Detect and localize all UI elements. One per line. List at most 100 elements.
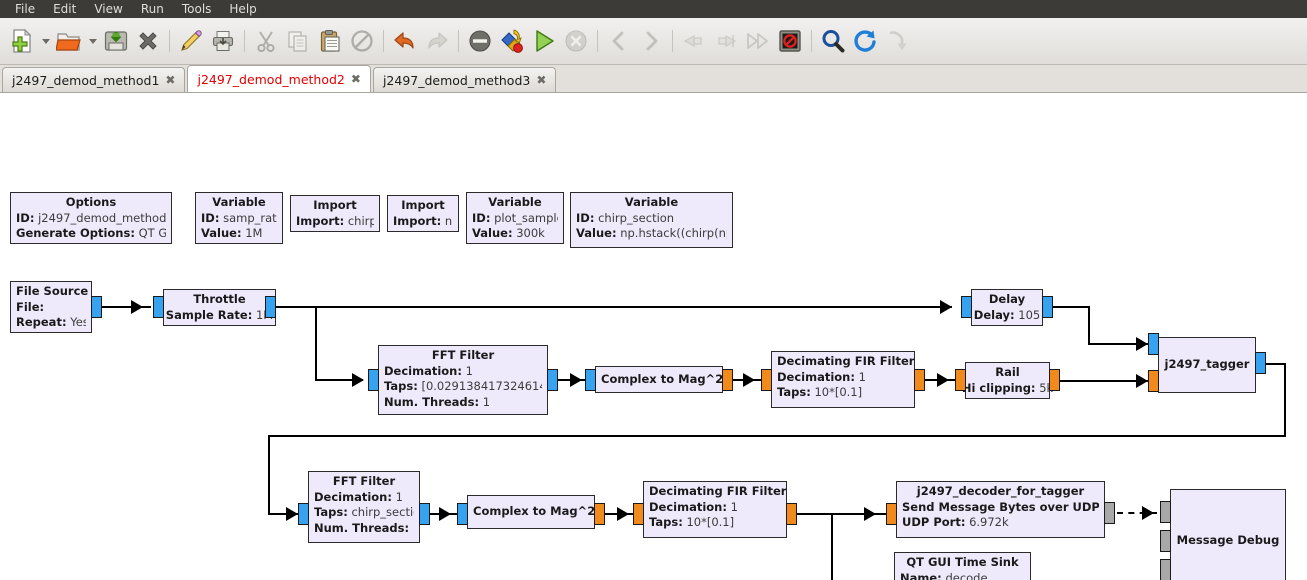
- tab-close-icon[interactable]: ✖: [536, 74, 546, 86]
- block-delay[interactable]: Delay Delay: 105: [971, 289, 1043, 326]
- open-file-dropdown-icon[interactable]: [85, 25, 100, 57]
- port-in-decimating-fir-bottom[interactable]: [633, 503, 644, 525]
- port-in-print-message-debug[interactable]: [1160, 501, 1171, 523]
- row-key: Send Message Bytes over UDP:: [902, 499, 1099, 514]
- menu-bar: File Edit View Run Tools Help: [0, 0, 1307, 18]
- row-value: 6.972k: [969, 515, 1009, 529]
- print-icon[interactable]: [207, 25, 239, 57]
- new-file-icon[interactable]: [6, 25, 38, 57]
- row-value: chirp_section: [351, 505, 414, 519]
- menu-item-help[interactable]: Help: [220, 1, 265, 17]
- block-j2497-tagger[interactable]: j2497_tagger: [1158, 337, 1256, 393]
- find-icon[interactable]: [817, 25, 849, 57]
- menu-item-edit[interactable]: Edit: [44, 1, 85, 17]
- edit-properties-icon[interactable]: [175, 25, 207, 57]
- block-variable-samp-rate[interactable]: Variable ID: samp_rate Value: 1M: [195, 192, 283, 244]
- block-fft-filter-bottom[interactable]: FFT Filter Decimation: 1 Taps: chirp_sec…: [308, 471, 420, 543]
- block-variable-plot-samples[interactable]: Variable ID: plot_samples Value: 300k: [466, 192, 564, 244]
- port-out-rail[interactable]: [1049, 369, 1060, 391]
- close-icon[interactable]: [132, 25, 164, 57]
- tab-close-icon[interactable]: ✖: [165, 74, 175, 86]
- block-row: UDP Port: 6.972k: [902, 515, 1099, 531]
- undo-icon[interactable]: [389, 25, 421, 57]
- port-out-fft-filter-top[interactable]: [547, 369, 558, 391]
- port-out-throttle[interactable]: [265, 296, 276, 318]
- block-rail[interactable]: Rail Hi clipping: 5k: [962, 362, 1053, 399]
- block-file-source[interactable]: File Source File: Repeat: Yes: [10, 281, 92, 333]
- block-title: QT GUI Time Sink: [906, 555, 1019, 569]
- port-out-decimating-fir-bottom[interactable]: [786, 503, 797, 525]
- port-in1-j2497-tagger[interactable]: [1148, 370, 1159, 392]
- port-out-file-source[interactable]: [91, 296, 102, 318]
- port-out-complex-to-mag-bottom[interactable]: [594, 503, 605, 525]
- block-row: Send Message Bytes over UDP: True: [902, 500, 1099, 516]
- wire-arrow: [131, 300, 143, 314]
- port-in0-j2497-tagger[interactable]: [1148, 333, 1159, 355]
- block-title: Throttle: [193, 292, 246, 306]
- port-in-delay[interactable]: [961, 296, 972, 318]
- flowgraph-canvas[interactable]: Options ID: j2497_demod_method2 Generate…: [0, 93, 1307, 580]
- open-file-icon[interactable]: [53, 25, 85, 57]
- menu-item-run[interactable]: Run: [132, 1, 173, 17]
- wire-arrow: [940, 300, 952, 314]
- row-key: ID:: [16, 210, 35, 225]
- block-row: Taps: [0.0291384173246148,...: [384, 379, 542, 395]
- port-in-fft-filter-bottom[interactable]: [298, 503, 309, 525]
- block-qt-gui-time-sink[interactable]: QT GUI Time Sink Name: decode Number of …: [894, 552, 1031, 580]
- block-import-chirp[interactable]: Import Import: chirp: [290, 195, 380, 232]
- block-options[interactable]: Options ID: j2497_demod_method2 Generate…: [10, 192, 172, 244]
- save-icon[interactable]: [100, 25, 132, 57]
- row-key: Value:: [576, 226, 617, 240]
- stop-icon[interactable]: [774, 25, 806, 57]
- menu-item-tools[interactable]: Tools: [173, 1, 221, 17]
- port-in-complex-to-mag-top[interactable]: [585, 369, 596, 391]
- row-key: Decimation:: [314, 489, 392, 504]
- block-fft-filter-top[interactable]: FFT Filter Decimation: 1 Taps: [0.029138…: [378, 345, 548, 415]
- block-row: Sample Rate: 1M: [166, 308, 273, 324]
- port-in-fft-filter-top[interactable]: [368, 369, 379, 391]
- block-decimating-fir-top[interactable]: Decimating FIR Filter Decimation: 1 Taps…: [771, 351, 915, 408]
- block-variable-chirp-section[interactable]: Variable ID: chirp_section Value: np.hst…: [570, 192, 733, 248]
- port-in-store-message-debug[interactable]: [1160, 559, 1171, 580]
- tab-j2497-demod-method1[interactable]: j2497_demod_method1 ✖: [2, 67, 186, 92]
- rotate-right-icon: [710, 25, 742, 57]
- row-key: Decimation:: [384, 363, 462, 378]
- block-throttle[interactable]: Throttle Sample Rate: 1M: [163, 289, 276, 326]
- port-out-decimating-fir-top[interactable]: [914, 369, 925, 391]
- port-in-j2497-decoder[interactable]: [886, 503, 897, 525]
- block-row: File:: [16, 300, 86, 316]
- block-title: Import: [401, 198, 445, 212]
- enable-icon[interactable]: [496, 25, 528, 57]
- port-in-throttle[interactable]: [153, 296, 164, 318]
- port-out-j2497-tagger[interactable]: [1255, 352, 1266, 374]
- row-key: Delay:: [973, 307, 1015, 322]
- row-value: 1: [858, 369, 866, 384]
- port-out-delay[interactable]: [1042, 296, 1053, 318]
- port-in-print-pdu-message-debug[interactable]: [1160, 530, 1171, 552]
- block-j2497-decoder-for-tagger[interactable]: j2497_decoder_for_tagger Send Message By…: [896, 481, 1105, 538]
- port-out-msg-j2497-decoder[interactable]: [1104, 502, 1115, 524]
- disable-icon[interactable]: [464, 25, 496, 57]
- paste-icon[interactable]: [314, 25, 346, 57]
- reload-icon[interactable]: [849, 25, 881, 57]
- block-decimating-fir-bottom[interactable]: Decimating FIR Filter Decimation: 1 Taps…: [643, 481, 787, 538]
- row-key: Value:: [201, 226, 242, 240]
- block-message-debug[interactable]: Message Debug: [1170, 489, 1286, 580]
- menu-item-file[interactable]: File: [6, 1, 44, 17]
- block-row: Generate Options: QT GUI: [16, 226, 166, 242]
- tab-close-icon[interactable]: ✖: [351, 73, 361, 85]
- block-complex-to-mag-bottom[interactable]: Complex to Mag^2: [467, 495, 595, 529]
- execute-icon[interactable]: [528, 25, 560, 57]
- port-out-complex-to-mag-top[interactable]: [722, 369, 733, 391]
- tab-j2497-demod-method3[interactable]: j2497_demod_method3 ✖: [372, 67, 557, 92]
- tab-j2497-demod-method2[interactable]: j2497_demod_method2 ✖: [187, 65, 371, 92]
- new-file-dropdown-icon[interactable]: [38, 25, 53, 57]
- port-in-complex-to-mag-bottom[interactable]: [457, 503, 468, 525]
- row-value: np: [444, 213, 453, 228]
- menu-item-view[interactable]: View: [85, 1, 131, 17]
- port-in-decimating-fir-top[interactable]: [761, 369, 772, 391]
- port-in-rail[interactable]: [955, 369, 966, 391]
- block-complex-to-mag-top[interactable]: Complex to Mag^2: [595, 366, 723, 393]
- port-out-fft-filter-bottom[interactable]: [419, 503, 430, 525]
- block-import-np[interactable]: Import Import: np: [387, 195, 459, 232]
